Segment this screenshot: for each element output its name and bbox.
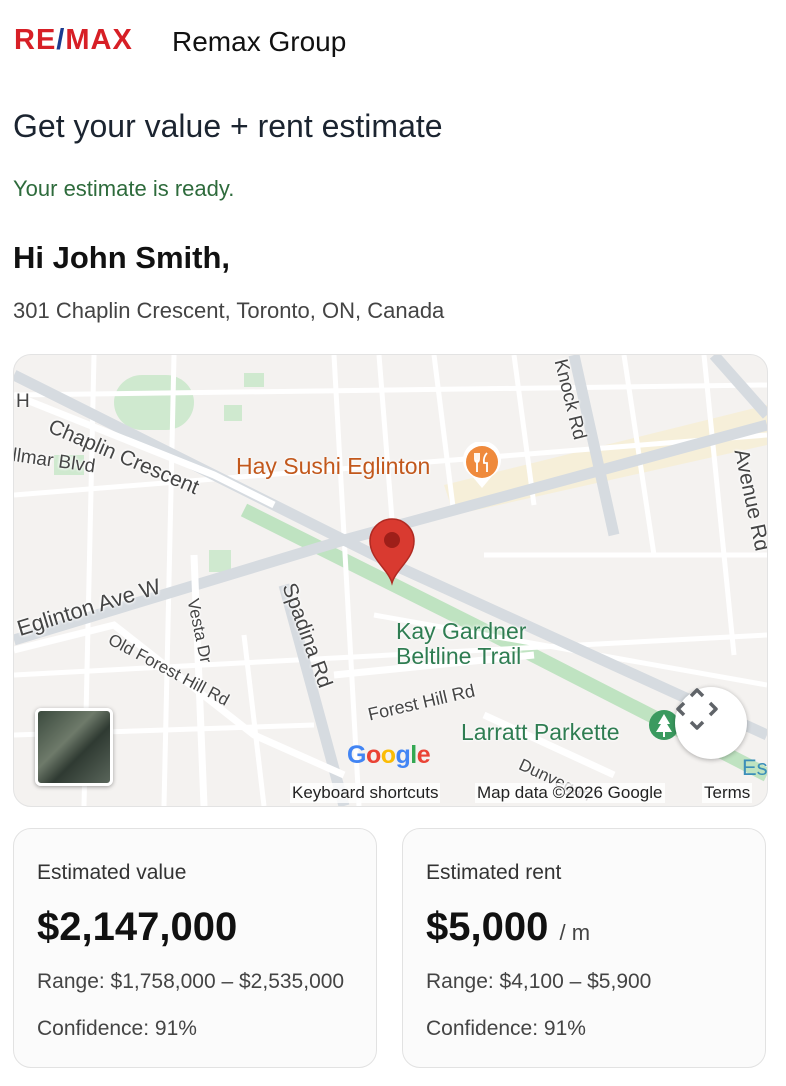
keyboard-shortcuts-link[interactable]: Keyboard shortcuts [290,783,441,803]
property-address: 301 Chaplin Crescent, Toronto, ON, Canad… [13,298,445,323]
map-camera-control[interactable] [675,687,747,759]
poi-park-label[interactable]: Larratt Parkette [461,720,620,744]
brand-name: Remax Group [172,26,347,57]
poi-restaurant-label[interactable]: Hay Sushi Eglinton [236,453,430,480]
estimated-value-card: Estimated value $2,147,000 Range: $1,758… [13,828,377,1068]
rent-range: Range: $4,100 – $5,900 [426,970,652,993]
map-data-attribution: Map data ©2026 Google [475,783,665,803]
remax-logo: RE/MAX [14,24,133,56]
trail-label-line2: Beltline Trail [396,643,522,669]
rent-confidence: Confidence: 91% [426,1017,586,1040]
card-label: Estimated rent [426,861,562,884]
rent-amount: $5,000 [426,905,549,949]
rent-amount-row: $5,000 / m [426,905,590,950]
rent-period: / m [559,920,591,945]
road-label-h: H [16,391,30,412]
move-arrows-icon [676,688,718,730]
value-confidence: Confidence: 91% [37,1017,197,1040]
map-view[interactable]: H Chaplin Crescent llmar Blvd Knock Rd A… [13,354,768,807]
trail-label-line1: Kay Gardner [396,618,527,644]
terms-link[interactable]: Terms [702,783,753,803]
fork-knife-icon[interactable] [461,442,503,490]
poi-edge-label: Es [742,755,768,780]
map-pin-icon[interactable] [366,515,418,587]
status-message: Your estimate is ready. [13,176,235,201]
value-range: Range: $1,758,000 – $2,535,000 [37,970,345,993]
value-amount: $2,147,000 [37,905,238,949]
brand-logo[interactable]: RE/MAX [14,26,133,55]
card-label: Estimated value [37,861,187,884]
satellite-toggle[interactable] [35,708,113,786]
estimated-rent-card: Estimated rent $5,000 / m Range: $4,100 … [402,828,766,1068]
page-title: Get your value + rent estimate [13,108,443,144]
google-logo[interactable]: Google [347,741,431,770]
greeting: Hi John Smith, [13,240,230,275]
